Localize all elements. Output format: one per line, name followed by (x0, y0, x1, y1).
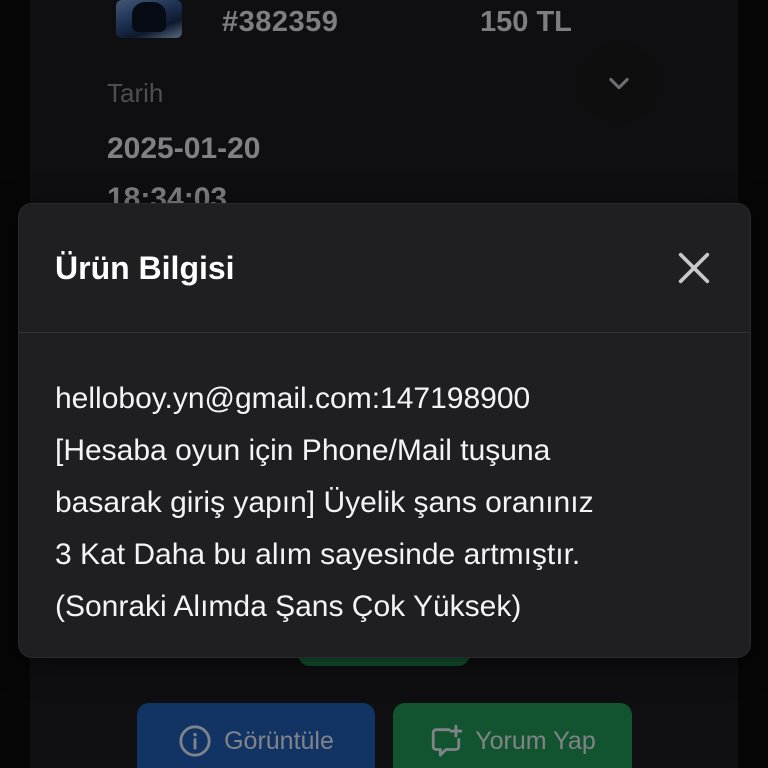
view-button-label: Görüntüle (224, 726, 334, 755)
date-label: Tarih (107, 78, 164, 108)
product-info-line: (Sonraki Alımda Şans Çok Yüksek) (55, 590, 522, 623)
comment-add-icon (432, 724, 463, 757)
product-info-line: basarak giriş yapın] Üyelik şans oranını… (55, 486, 594, 519)
screen: #382359 150 TL Tarih 2025-01-20 18:34:03… (0, 0, 768, 768)
order-date: 2025-01-20 (107, 132, 261, 165)
close-button[interactable] (672, 246, 716, 290)
view-button[interactable]: Görüntüle (137, 703, 375, 768)
product-info-line: 3 Kat Daha bu alım sayesinde artmıştır. (55, 538, 581, 571)
order-id: #382359 (222, 6, 339, 38)
order-price: 150 TL (480, 6, 572, 38)
comment-button-label: Yorum Yap (475, 726, 596, 755)
product-info-line: helloboy.yn@gmail.com:147198900 (55, 382, 531, 415)
modal-header: Ürün Bilgisi (19, 204, 750, 333)
chevron-down-icon (609, 77, 629, 90)
close-icon (678, 252, 710, 284)
product-info-line: [Hesaba oyun için Phone/Mail tuşuna (55, 434, 551, 467)
modal-title: Ürün Bilgisi (55, 249, 235, 286)
product-info-modal: Ürün Bilgisi helloboy.yn@gmail.com:14719… (18, 203, 751, 658)
modal-body: helloboy.yn@gmail.com:147198900 [Hesaba … (19, 333, 750, 633)
expand-button[interactable] (578, 42, 660, 124)
info-icon (179, 725, 211, 757)
product-thumbnail (116, 0, 182, 38)
comment-button[interactable]: Yorum Yap (393, 703, 632, 768)
